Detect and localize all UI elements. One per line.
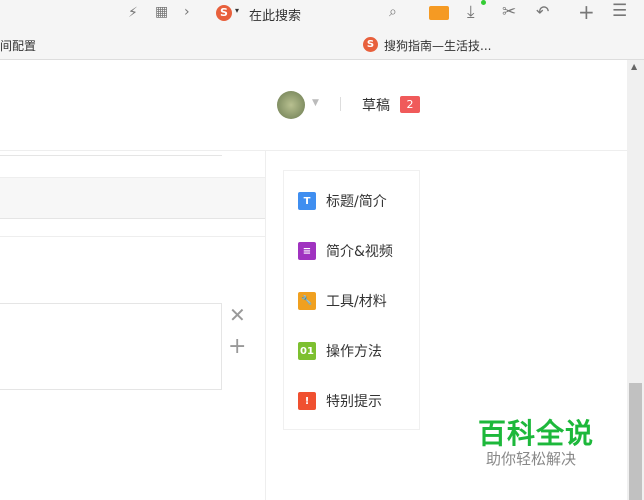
plus-icon[interactable]: + — [578, 0, 595, 24]
document-icon: ≡ — [298, 242, 316, 260]
title-icon: T — [298, 192, 316, 210]
catalog-nav: T 标题/简介 ≡ 简介&视频 🔧 工具/材料 01 操作方法 ! 特别提示 — [283, 170, 420, 430]
browser-toolbar: ⚡ ▦ › S ▾ 在此搜索 ⌕ ⤓ ✂ ↶ + ☰ — [0, 0, 644, 28]
search-icon[interactable]: ⌕ — [389, 4, 397, 20]
scrollbar-thumb[interactable] — [629, 383, 642, 500]
watermark-subtitle: 助你轻松解决 — [486, 450, 577, 468]
download-dot — [481, 0, 486, 5]
bookmark-tab[interactable]: 搜狗指南—生活技... — [384, 37, 491, 54]
wrench-icon: 🔧 — [298, 292, 316, 310]
catalog-item-tools[interactable]: 🔧 工具/材料 — [298, 291, 387, 311]
scissors-icon[interactable]: ✂ — [502, 2, 516, 22]
download-icon[interactable]: ⤓ — [467, 2, 475, 22]
lightning-icon[interactable]: ⚡ — [128, 5, 138, 21]
drafts-link[interactable]: 草稿 — [362, 95, 390, 115]
catalog-label: 标题/简介 — [326, 194, 387, 210]
catalog-item-tips[interactable]: ! 特别提示 — [298, 391, 382, 411]
bookmark-item[interactable]: 间配置 — [0, 37, 36, 54]
chevron-right-icon[interactable]: › — [184, 4, 190, 20]
section-bar — [0, 177, 265, 219]
catalog-item-steps[interactable]: 01 操作方法 — [298, 341, 382, 361]
catalog-label: 工具/材料 — [326, 294, 387, 310]
content-divider — [265, 150, 266, 500]
avatar-dropdown-icon[interactable]: ▼ — [312, 98, 319, 108]
catalog-label: 特别提示 — [326, 394, 382, 410]
input-underline — [0, 155, 222, 156]
add-icon[interactable]: + — [228, 334, 246, 359]
steps-icon: 01 — [298, 342, 316, 360]
catalog-item-video[interactable]: ≡ 简介&视频 — [298, 241, 393, 261]
engine-dropdown-icon[interactable]: ▾ — [235, 6, 239, 15]
catalog-label: 简介&视频 — [326, 244, 393, 260]
watermark-title: 百科全说 — [478, 417, 595, 450]
warning-icon: ! — [298, 392, 316, 410]
scroll-up-icon[interactable]: ▲ — [631, 62, 637, 71]
separator — [340, 97, 341, 111]
avatar[interactable] — [277, 91, 305, 119]
catalog-label: 操作方法 — [326, 344, 382, 360]
menu-icon[interactable]: ☰ — [612, 1, 627, 21]
panel-top-border — [0, 236, 265, 237]
undo-icon[interactable]: ↶ — [536, 2, 549, 21]
sogou-logo-icon[interactable]: S — [216, 5, 232, 21]
search-input[interactable]: 在此搜索 — [249, 5, 301, 24]
header-divider — [0, 150, 627, 151]
bookmarks-bar: 间配置 S 搜狗指南—生活技... — [0, 28, 644, 60]
video-icon[interactable] — [429, 6, 449, 20]
drafts-count-badge: 2 — [400, 96, 420, 113]
text-input-box[interactable] — [0, 303, 222, 390]
close-icon[interactable]: ✕ — [229, 303, 246, 327]
qrcode-icon[interactable]: ▦ — [155, 4, 168, 20]
sogou-tab-icon: S — [363, 37, 378, 52]
catalog-item-title[interactable]: T 标题/简介 — [298, 191, 387, 211]
